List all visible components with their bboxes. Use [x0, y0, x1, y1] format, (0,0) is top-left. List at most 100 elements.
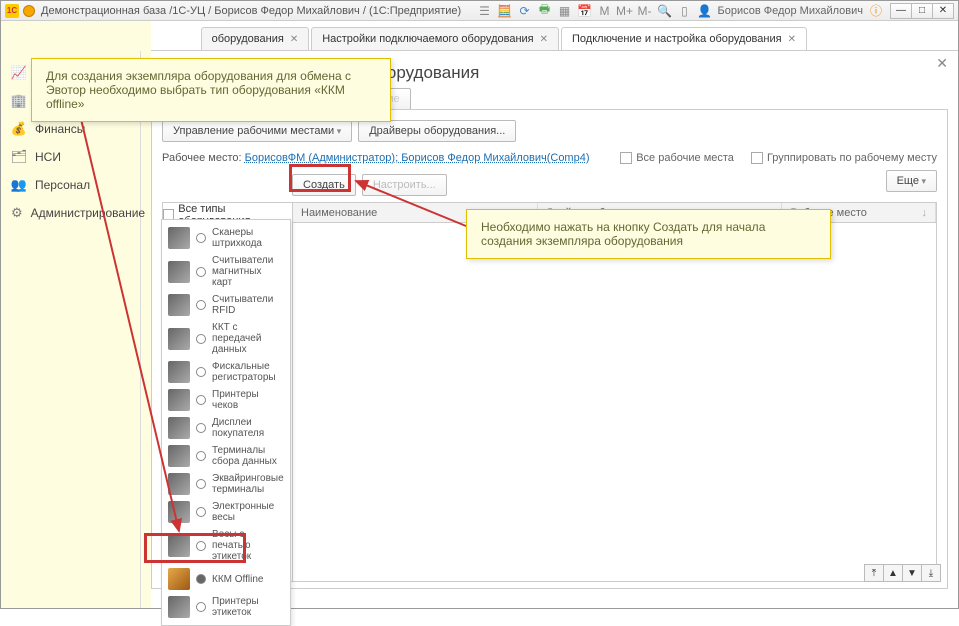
sidebar-label: НСИ [35, 150, 61, 164]
toolbar-icon-1[interactable]: ☰ [477, 4, 491, 18]
toolbar-icon-2[interactable]: 🧮 [497, 4, 511, 18]
rfid-icon [168, 294, 190, 316]
cardreader-icon [168, 261, 190, 283]
type-item-scales[interactable]: Электронные весы [162, 498, 290, 526]
maximize-button[interactable]: □ [911, 3, 933, 19]
type-item-display[interactable]: Дисплеи покупателя [162, 414, 290, 442]
page-title: стройка оборудования [301, 63, 948, 83]
tsd-icon [168, 445, 190, 467]
tab-connection-active[interactable]: Подключение и настройка оборудования✕ [561, 27, 807, 50]
type-item-receipt-printer[interactable]: Принтеры чеков [162, 386, 290, 414]
highlight-create-button [289, 164, 351, 192]
configure-button[interactable]: Настроить... [362, 174, 447, 196]
app-menu-dropdown[interactable] [23, 5, 35, 17]
type-label: Принтеры чеков [212, 389, 284, 411]
type-label: Считыватели магнитных карт [212, 255, 284, 288]
more-button[interactable]: Еще [886, 170, 937, 192]
workplace-label: Рабочее место: [162, 152, 242, 164]
mminus-icon[interactable]: M- [637, 4, 651, 18]
callout-text: Необходимо нажать на кнопку Создать для … [481, 220, 765, 248]
type-item-tsd[interactable]: Терминалы сбора данных [162, 442, 290, 470]
sidebar-item-admin[interactable]: ⚙Администрирование [1, 199, 140, 227]
highlight-kkm-offline [144, 533, 246, 563]
nav-down[interactable]: ▼ [902, 564, 922, 582]
type-filter-column: Все типы оборудования Сканеры штрихкода … [163, 203, 293, 581]
type-item-cardreader[interactable]: Считыватели магнитных карт [162, 252, 290, 291]
content-pane: ✕ стройка оборудования ое оборудование У… [141, 51, 958, 608]
type-item-scanner[interactable]: Сканеры штрихкода [162, 224, 290, 252]
calendar-icon[interactable]: 📅 [577, 4, 591, 18]
tab-settings[interactable]: Настройки подключаемого оборудования ✕ [311, 27, 559, 50]
kkm-offline-icon [168, 568, 190, 590]
group-by-workplace-checkbox[interactable]: Группировать по рабочему месту [751, 152, 937, 164]
tab-label: Настройки подключаемого оборудования [322, 33, 533, 45]
refresh-icon[interactable]: ⟳ [517, 4, 531, 18]
type-label: Терминалы сбора данных [212, 445, 284, 467]
search-icon[interactable]: 🔍 [657, 4, 671, 18]
book-icon[interactable]: ▯ [677, 4, 691, 18]
user-icon: 👤 [697, 4, 711, 18]
minimize-button[interactable]: — [890, 3, 912, 19]
kkt-icon [168, 328, 190, 350]
tab-equipment-1[interactable]: оборудования✕ [201, 27, 310, 50]
grid-nav-footer: ⤒ ▲ ▼ ⤓ [865, 564, 941, 582]
page-close-icon[interactable]: ✕ [936, 55, 948, 72]
nav-first[interactable]: ⤒ [864, 564, 884, 582]
type-label: Принтеры этикеток [212, 596, 284, 618]
sales-icon: 📈 [11, 65, 27, 81]
workplace-link[interactable]: БорисовФМ (Администратор); Борисов Федор… [245, 152, 590, 164]
info-icon[interactable]: ⓘ [869, 4, 883, 18]
type-item-acquiring[interactable]: Эквайринговые терминалы [162, 470, 290, 498]
equipment-grid: Все типы оборудования Сканеры штрихкода … [162, 202, 937, 582]
type-item-kkt[interactable]: ККТ с передачей данных [162, 319, 290, 358]
all-workplaces-checkbox[interactable]: Все рабочие места [620, 152, 734, 164]
grid-icon[interactable]: ▦ [557, 4, 571, 18]
nav-up[interactable]: ▲ [883, 564, 903, 582]
tab-close-icon[interactable]: ✕ [788, 34, 796, 45]
sidebar-label: Финансы [35, 122, 85, 136]
sidebar-item-personnel[interactable]: 👥 Персонал [1, 171, 140, 199]
titlebar-toolbar: ☰ 🧮 ⟳ 🖶 ▦ 📅 M M+ M- 🔍 ▯ 👤 Борисов Федор … [477, 4, 883, 18]
m-icon[interactable]: M [597, 4, 611, 18]
equipment-type-list: Сканеры штрихкода Считыватели магнитных … [161, 219, 291, 626]
display-icon [168, 417, 190, 439]
main-area: 📈Продажи 🏢Склад 💰Финансы 🗂НСИ 👥Персонал … [1, 51, 958, 608]
close-button[interactable]: ✕ [932, 3, 954, 19]
type-label: Считыватели RFID [212, 294, 284, 316]
window-title: Демонстрационная база /1С-УЦ / Борисов Ф… [41, 5, 461, 17]
type-label: Дисплеи покупателя [212, 417, 284, 439]
type-item-label-printer[interactable]: Принтеры этикеток [162, 593, 290, 621]
label-printer-icon [168, 596, 190, 618]
tab-close-icon[interactable]: ✕ [540, 34, 548, 45]
workplace-row: Рабочее место: БорисовФМ (Администратор)… [162, 152, 937, 164]
type-item-kkm-offline[interactable]: ККМ Offline [162, 565, 290, 593]
type-label: ККТ с передачей данных [212, 322, 284, 355]
checkbox-label: Группировать по рабочему месту [767, 152, 937, 164]
admin-icon: ⚙ [11, 205, 23, 221]
nav-last[interactable]: ⤓ [921, 564, 941, 582]
checkbox-label: Все рабочие места [636, 152, 734, 164]
open-tabs: оборудования✕ Настройки подключаемого об… [201, 21, 809, 50]
app-logo-icon: 1C [5, 4, 19, 18]
current-user: Борисов Федор Михайлович [717, 5, 863, 17]
sort-down-icon: ↓ [921, 207, 927, 219]
grid-body-empty [293, 223, 936, 581]
grid-right: Наименование Драйвер оборудования Рабоче… [293, 203, 936, 581]
receipt-printer-icon [168, 389, 190, 411]
left-sidebar: 📈Продажи 🏢Склад 💰Финансы 🗂НСИ 👥Персонал … [1, 51, 141, 608]
nsi-icon: 🗂 [11, 149, 27, 165]
type-label: ККМ Offline [212, 574, 263, 585]
sidebar-label: Персонал [35, 178, 90, 192]
mplus-icon[interactable]: M+ [617, 4, 631, 18]
fiscal-icon [168, 361, 190, 383]
tab-close-icon[interactable]: ✕ [290, 34, 298, 45]
sidebar-item-nsi[interactable]: 🗂 НСИ [1, 143, 140, 171]
personnel-icon: 👥 [11, 177, 27, 193]
manage-workplaces-button[interactable]: Управление рабочими местами [162, 120, 352, 142]
type-item-rfid[interactable]: Считыватели RFID [162, 291, 290, 319]
print-icon[interactable]: 🖶 [537, 4, 551, 18]
scanner-icon [168, 227, 190, 249]
type-label: Электронные весы [212, 501, 284, 523]
drivers-button[interactable]: Драйверы оборудования... [358, 120, 516, 142]
type-item-fiscal[interactable]: Фискальные регистраторы [162, 358, 290, 386]
